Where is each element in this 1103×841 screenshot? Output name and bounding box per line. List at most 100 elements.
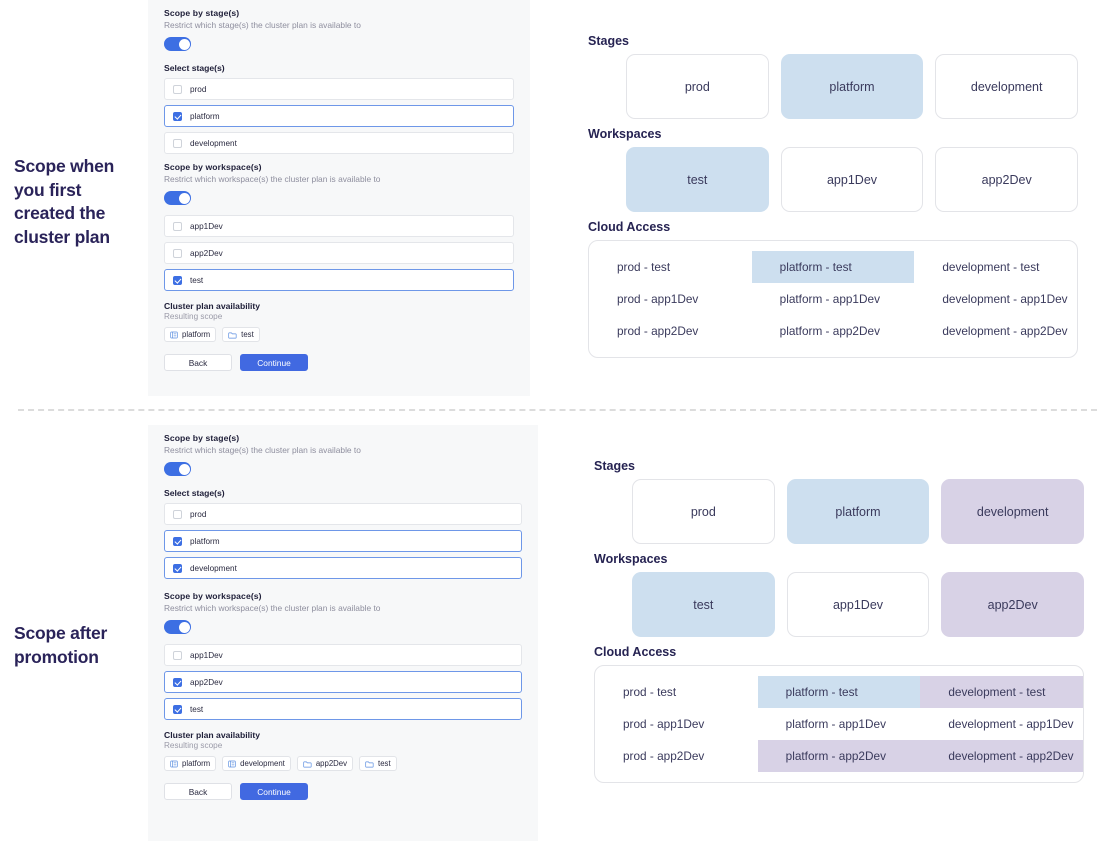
workspaces-box-row: test app1Dev app2Dev (632, 572, 1085, 637)
cloud-access-cell: prod - app1Dev (623, 717, 705, 731)
cloud-access-grid: prod - test platform - test development - … (589, 251, 1077, 347)
option-label: development (190, 138, 237, 148)
option-row[interactable]: test (164, 698, 522, 720)
stage-scope-section: Scope by stage(s) Restrict which stage(s… (164, 8, 514, 154)
option-row[interactable]: development (164, 557, 522, 579)
workspace-scope-title: Scope by workspace(s) (164, 591, 262, 601)
workspaces-box-row: test app1Dev app2Dev (626, 147, 1079, 212)
section-divider (18, 409, 1097, 411)
stage-icon (170, 760, 178, 768)
scope-chip-label: test (378, 759, 391, 768)
diagram-box: platform (780, 54, 924, 119)
caption-top: Scope when you first created the cluster… (14, 156, 115, 247)
scope-chip: development (222, 756, 291, 771)
option-row[interactable]: prod (164, 78, 514, 100)
stages-box-row: prod platform development (626, 54, 1079, 119)
back-button[interactable]: Back (164, 783, 232, 800)
cloud-access-cell: development - app1Dev (948, 717, 1074, 731)
checkbox-checked-icon[interactable] (173, 111, 182, 121)
diagram-box: prod (632, 479, 775, 544)
diagram-box-label: app1Dev (826, 172, 878, 187)
cloud-access-cell: prod - app2Dev (623, 749, 705, 763)
scope-chip: test (359, 756, 397, 771)
stage-scope-title: Scope by stage(s) (164, 433, 240, 443)
select-stages-label: Select stage(s) (164, 488, 225, 498)
continue-button[interactable]: Continue (240, 783, 308, 800)
cloud-access-cell: development - app2Dev (920, 740, 1083, 772)
checkbox-checked-icon[interactable] (173, 677, 182, 687)
availability-subtitle: Resulting scope (164, 741, 223, 750)
workspace-scope-section: Scope by workspace(s) Restrict which wor… (164, 162, 514, 291)
option-row[interactable]: app1Dev (164, 215, 514, 237)
back-button[interactable]: Back (164, 354, 232, 371)
cloud-access-cell: development - test (920, 676, 1083, 708)
option-row[interactable]: prod (164, 503, 522, 525)
checkbox-icon[interactable] (173, 248, 182, 258)
diagram-box-label: app1Dev (832, 597, 884, 612)
stage-scope-toggle[interactable] (164, 462, 191, 476)
availability-chip-list: platform test (164, 327, 514, 342)
availability-title: Cluster plan availability (164, 730, 260, 740)
diagram-box-label: development (976, 504, 1049, 519)
cloud-access-cell: prod - test (617, 260, 671, 274)
stage-scope-subtitle: Restrict which stage(s) the cluster plan… (164, 20, 361, 30)
availability-section: Cluster plan availability Resulting scop… (164, 301, 514, 342)
option-label: app1Dev (190, 221, 223, 231)
checkbox-checked-icon[interactable] (173, 563, 182, 573)
checkbox-icon[interactable] (173, 138, 182, 148)
option-row[interactable]: test (164, 269, 514, 291)
availability-title: Cluster plan availability (164, 301, 260, 311)
cloud-access-cell: prod - app1Dev (617, 292, 699, 306)
option-row[interactable]: app2Dev (164, 671, 522, 693)
diagram-box: development (941, 479, 1085, 544)
diagram-box: prod (626, 54, 769, 119)
continue-button[interactable]: Continue (240, 354, 308, 371)
checkbox-icon[interactable] (173, 650, 182, 660)
stage-scope-toggle[interactable] (164, 37, 191, 51)
availability-subtitle: Resulting scope (164, 312, 223, 321)
cloud-access-card: prod - test platform - test development - … (588, 240, 1078, 358)
workspace-scope-subtitle: Restrict which workspace(s) the cluster … (164, 603, 381, 613)
option-label: app2Dev (190, 248, 223, 258)
availability-section: Cluster plan availability Resulting scop… (164, 730, 522, 771)
workspace-scope-toggle[interactable] (164, 620, 191, 634)
workspace-option-list: app1Dev app2Dev test (164, 644, 522, 720)
scope-chip-label: app2Dev (315, 759, 348, 768)
checkbox-checked-icon[interactable] (173, 275, 182, 285)
cloud-access-cell: platform - app2Dev (779, 324, 880, 338)
workspace-scope-toggle[interactable] (164, 191, 191, 205)
availability-chip-list: platform development app2Dev test (164, 756, 522, 771)
scope-form-panel-initial: Scope by stage(s) Restrict which stage(s… (148, 0, 530, 396)
option-row[interactable]: development (164, 132, 514, 154)
checkbox-checked-icon[interactable] (173, 704, 182, 714)
option-row[interactable]: app1Dev (164, 644, 522, 666)
diagram-box: platform (786, 479, 930, 544)
stages-group-label: Stages (588, 34, 629, 48)
checkbox-icon[interactable] (173, 84, 182, 94)
diagram-box: app2Dev (941, 572, 1085, 637)
folder-icon (365, 760, 374, 768)
workspace-option-list: app1Dev app2Dev test (164, 215, 514, 291)
option-row[interactable]: app2Dev (164, 242, 514, 264)
cloud-access-cell: platform - app2Dev (757, 740, 921, 772)
checkbox-icon[interactable] (173, 221, 182, 231)
diagram-box-label: app2Dev (987, 597, 1038, 612)
option-row[interactable]: platform (164, 105, 514, 127)
option-label: app1Dev (190, 650, 223, 660)
toggle-knob (178, 192, 190, 204)
diagram-box: app1Dev (786, 572, 930, 637)
option-row[interactable]: platform (164, 530, 522, 552)
option-label: development (190, 563, 237, 573)
cloud-access-cell: platform - test (751, 251, 915, 283)
checkbox-icon[interactable] (173, 509, 182, 519)
stage-scope-subtitle: Restrict which stage(s) the cluster plan… (164, 445, 361, 455)
cloud-access-card: prod - test platform - test development - … (594, 665, 1084, 783)
stage-scope-section: Scope by stage(s) Restrict which stage(s… (164, 433, 522, 579)
workspaces-group-label: Workspaces (594, 552, 668, 566)
stage-option-list: prod platform development (164, 78, 514, 154)
scope-chip-label: test (241, 330, 254, 339)
checkbox-checked-icon[interactable] (173, 536, 182, 546)
cloud-access-cell: development - app2Dev (942, 324, 1068, 338)
option-label: prod (190, 84, 207, 94)
cloud-access-cell: platform - test (757, 676, 921, 708)
